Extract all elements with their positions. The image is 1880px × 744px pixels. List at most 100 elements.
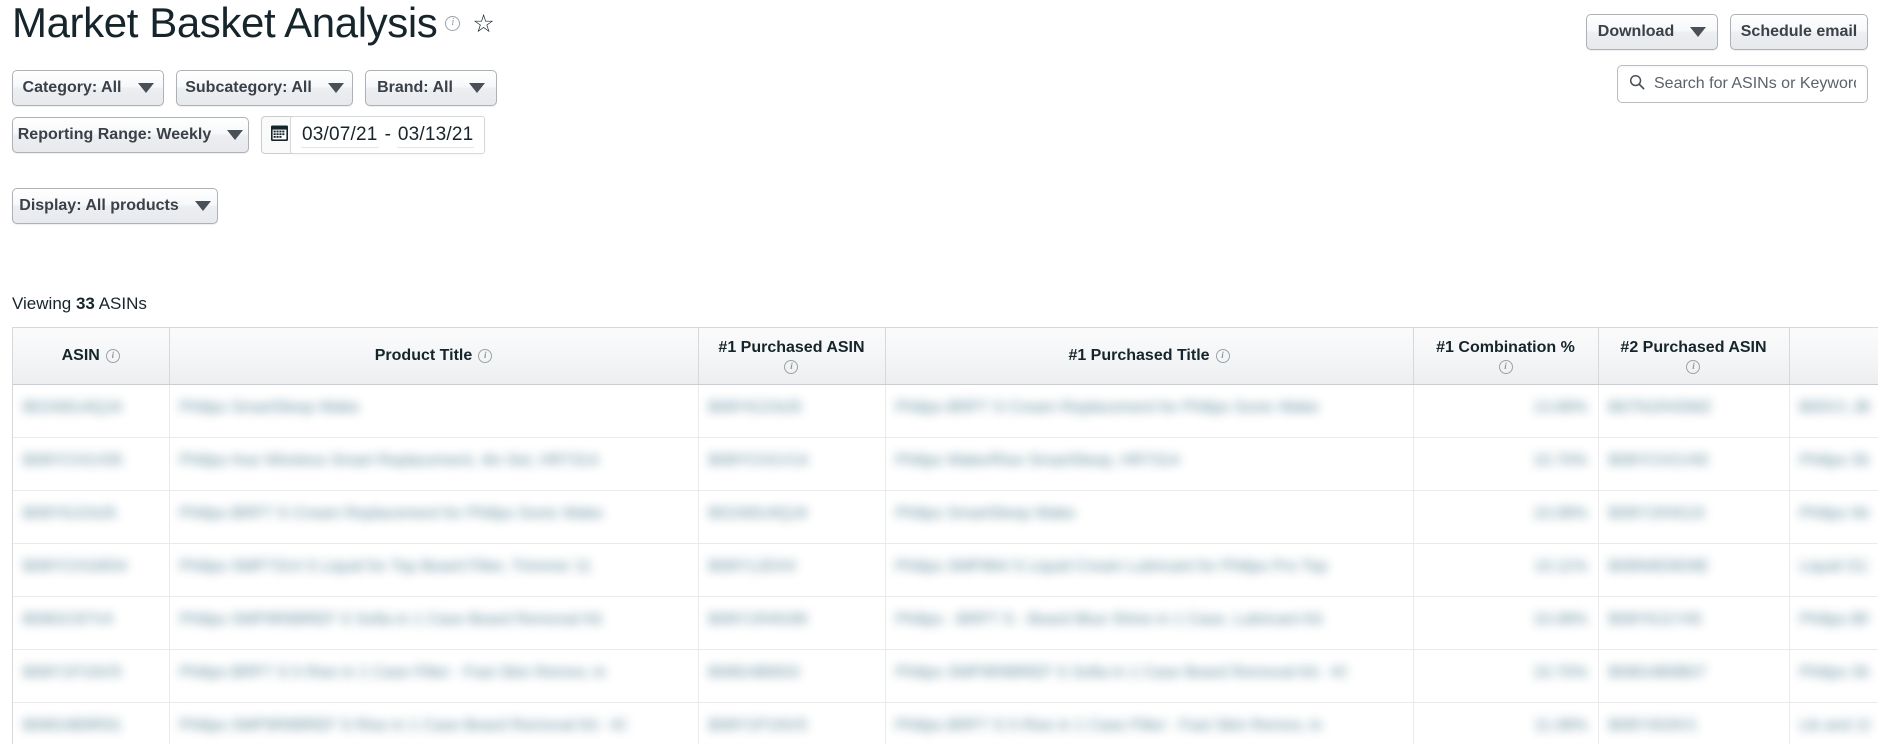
table-cell-p1-asin: B08Y1P1NV5 bbox=[698, 702, 886, 744]
table-cell-p1-asin: B08G4B9G0 bbox=[698, 649, 886, 703]
cell-value: B08YCH1V40 bbox=[1608, 452, 1709, 469]
table-row[interactable]: B08YCH1MS4 Philips SMP7314 S Liquid for T… bbox=[13, 543, 1878, 597]
table-cell-p1-asin: B01N0U4QJ4 bbox=[698, 490, 886, 544]
cell-value: B08Y4G9V1 bbox=[1608, 717, 1698, 734]
table-cell-asin: B08Y6J1NJ5 bbox=[13, 490, 170, 544]
column-header-asin[interactable]: ASIN i bbox=[13, 328, 170, 385]
chevron-down-icon bbox=[1690, 27, 1707, 37]
cell-value: 10.08% bbox=[1533, 505, 1588, 522]
info-icon[interactable]: i bbox=[1686, 359, 1701, 374]
table-cell-product-title: Philips SmartSleep Wake bbox=[169, 384, 699, 438]
filter-row-range: Reporting Range: Weekly 03/07/21 - 03/13… bbox=[12, 116, 486, 154]
table-cell-product-title: Philips Hue Wireless Smart Replacement, … bbox=[169, 437, 699, 491]
category-filter-label: Category: All bbox=[22, 79, 122, 96]
cell-value: B08G4B9R91 bbox=[23, 717, 122, 734]
column-header-overflow[interactable] bbox=[1789, 328, 1878, 385]
table-cell-combination-pct: 13.89% bbox=[1413, 384, 1599, 438]
table-cell-combination-pct: 10.08% bbox=[1413, 596, 1599, 650]
table-cell-p2-asin: B08Y4G9V1 bbox=[1598, 702, 1790, 744]
reporting-range-button[interactable]: Reporting Range: Weekly bbox=[12, 117, 249, 153]
date-range-input[interactable]: 03/07/21 - 03/13/21 bbox=[290, 116, 486, 154]
calendar-icon bbox=[270, 123, 289, 147]
info-icon[interactable]: i bbox=[1215, 348, 1230, 363]
info-icon[interactable]: i bbox=[478, 348, 493, 363]
search-box[interactable] bbox=[1617, 65, 1868, 103]
date-range-picker[interactable]: 03/07/21 - 03/13/21 bbox=[261, 116, 486, 154]
cell-value: Philips SMP9R88REF S Sofia in 1 Case Bea… bbox=[179, 611, 602, 628]
table-cell-asin: B08GC87V4 bbox=[13, 596, 170, 650]
cell-value: Philips BRP7 S Cream Replacement for Phi… bbox=[895, 399, 1320, 416]
column-header-p1-combination-pct-label: #1 Combination % bbox=[1436, 338, 1575, 356]
category-filter-button[interactable]: Category: All bbox=[12, 70, 164, 106]
table-cell-combination-pct: 10.70% bbox=[1413, 437, 1599, 491]
info-icon[interactable]: i bbox=[784, 359, 799, 374]
market-basket-table-container: ASIN i Product Title i #1 Purchased ASIN… bbox=[12, 327, 1878, 744]
table-cell-combination-pct: 10.70% bbox=[1413, 649, 1599, 703]
table-cell-combination-pct: 10.11% bbox=[1413, 543, 1599, 597]
cell-value: Philips Wake/Rise SmartSleep, HR7314 bbox=[895, 452, 1180, 469]
search-icon bbox=[1629, 74, 1645, 95]
table-row[interactable]: B08Y1P1NV5 Philips BRP7 S 5 Rise in 1 Cas… bbox=[13, 649, 1878, 703]
cell-value: 10.70% bbox=[1533, 452, 1588, 469]
table-cell-p2-asin: B08Y1R4SJ3 bbox=[1598, 490, 1790, 544]
brand-filter-button[interactable]: Brand: All bbox=[365, 70, 497, 106]
chevron-down-icon bbox=[194, 201, 211, 211]
cell-value: B08Y1P1NV5 bbox=[708, 717, 808, 734]
table-header: ASIN i Product Title i #1 Purchased ASIN… bbox=[13, 328, 1878, 385]
table-cell-combination-pct: 10.08% bbox=[1413, 490, 1599, 544]
table-cell-p1-asin: B08Y1R4G99 bbox=[698, 596, 886, 650]
cell-value: 10.11% bbox=[1534, 558, 1588, 575]
cell-value: Philips BRI bbox=[1799, 611, 1869, 628]
table-cell-extra: Philips BRI bbox=[1789, 596, 1878, 650]
viewing-count: Viewing 33 ASINs bbox=[12, 294, 147, 314]
column-header-p1-purchased-title[interactable]: #1 Purchased Title i bbox=[885, 328, 1414, 385]
column-header-p1-purchased-asin[interactable]: #1 Purchased ASIN i bbox=[698, 328, 886, 385]
table-row[interactable]: B08G4B9R91 Philips SMP9R88REF S Rise in 1… bbox=[13, 702, 1878, 744]
display-filter-button[interactable]: Display: All products bbox=[12, 188, 218, 224]
column-header-p2-purchased-asin-label: #2 Purchased ASIN bbox=[1620, 338, 1767, 356]
chevron-down-icon bbox=[227, 130, 244, 140]
cell-value: B08Y6J1NJ5 bbox=[23, 505, 117, 522]
cell-value: B08YCH1V05 bbox=[23, 452, 123, 469]
star-icon[interactable]: ☆ bbox=[472, 11, 494, 37]
schedule-email-button[interactable]: Schedule email bbox=[1730, 14, 1868, 50]
column-header-product-title-label: Product Title bbox=[374, 346, 473, 364]
date-end-value[interactable]: 03/13/21 bbox=[396, 122, 475, 148]
date-start-value[interactable]: 03/07/21 bbox=[301, 122, 379, 148]
table-row[interactable]: B08GC87V4 Philips SMP9R88REF S Sofia in 1… bbox=[13, 596, 1878, 650]
table-row[interactable]: B01N0U4QJ4 Philips SmartSleep Wake B08Y6J1… bbox=[13, 384, 1878, 438]
column-header-p1-combination-pct[interactable]: #1 Combination % i bbox=[1413, 328, 1599, 385]
schedule-email-button-label: Schedule email bbox=[1740, 23, 1858, 40]
table-cell-p2-asin: B08YCH1V40 bbox=[1598, 437, 1790, 491]
cell-value: B07N1R4SMZ bbox=[1608, 399, 1712, 416]
search-input[interactable] bbox=[1654, 75, 1856, 93]
table-cell-product-title: Philips SMP9R88REF S Sofia in 1 Case Bea… bbox=[169, 596, 699, 650]
column-header-product-title[interactable]: Product Title i bbox=[169, 328, 699, 385]
column-header-p1-purchased-title-label: #1 Purchased Title bbox=[1068, 346, 1210, 364]
table-cell-product-title: Philips SMP7314 S Liquid for Top Beard F… bbox=[169, 543, 699, 597]
table-cell-asin: B08G4B9R91 bbox=[13, 702, 170, 744]
subcategory-filter-button[interactable]: Subcategory: All bbox=[176, 70, 353, 106]
cell-value: Philips BRP7 S Cream Replacement for Phi… bbox=[179, 505, 604, 522]
cell-value: Philips BRP7 S 5 Rise in 1 Case Filter -… bbox=[895, 717, 1323, 734]
cell-value: B08G4B9G0 bbox=[708, 664, 800, 681]
table-body: B01N0U4QJ4 Philips SmartSleep Wake B08Y6J1… bbox=[13, 384, 1878, 744]
page-title: Market Basket Analysis bbox=[12, 0, 438, 46]
cell-value: B08Y1P1NV5 bbox=[23, 664, 122, 681]
table-row[interactable]: B08YCH1V05 Philips Hue Wireless Smart Rep… bbox=[13, 437, 1878, 491]
table-cell-product-title: Philips BRP7 S 5 Rise in 1 Case Filter -… bbox=[169, 649, 699, 703]
table-cell-extra: Liquid S11 Be bbox=[1789, 543, 1878, 597]
viewing-suffix: ASINs bbox=[98, 294, 147, 313]
column-header-p1-purchased-asin-label: #1 Purchased ASIN bbox=[718, 338, 865, 356]
cell-value: 10.70% bbox=[1533, 664, 1588, 681]
download-button[interactable]: Download bbox=[1586, 14, 1718, 50]
info-icon[interactable]: i bbox=[1498, 359, 1513, 374]
info-icon[interactable]: i bbox=[445, 15, 461, 31]
cell-value: 13.89% bbox=[1533, 399, 1588, 416]
cell-value: B08G4B9B07 bbox=[1608, 664, 1707, 681]
cell-value: B08Y1JDX4 bbox=[708, 558, 796, 575]
info-icon[interactable]: i bbox=[105, 348, 120, 363]
table-row[interactable]: B08Y6J1NJ5 Philips BRP7 S Cream Replaceme… bbox=[13, 490, 1878, 544]
column-header-p2-purchased-asin[interactable]: #2 Purchased ASIN i bbox=[1598, 328, 1790, 385]
table-cell-extra: Philips Wak bbox=[1789, 490, 1878, 544]
